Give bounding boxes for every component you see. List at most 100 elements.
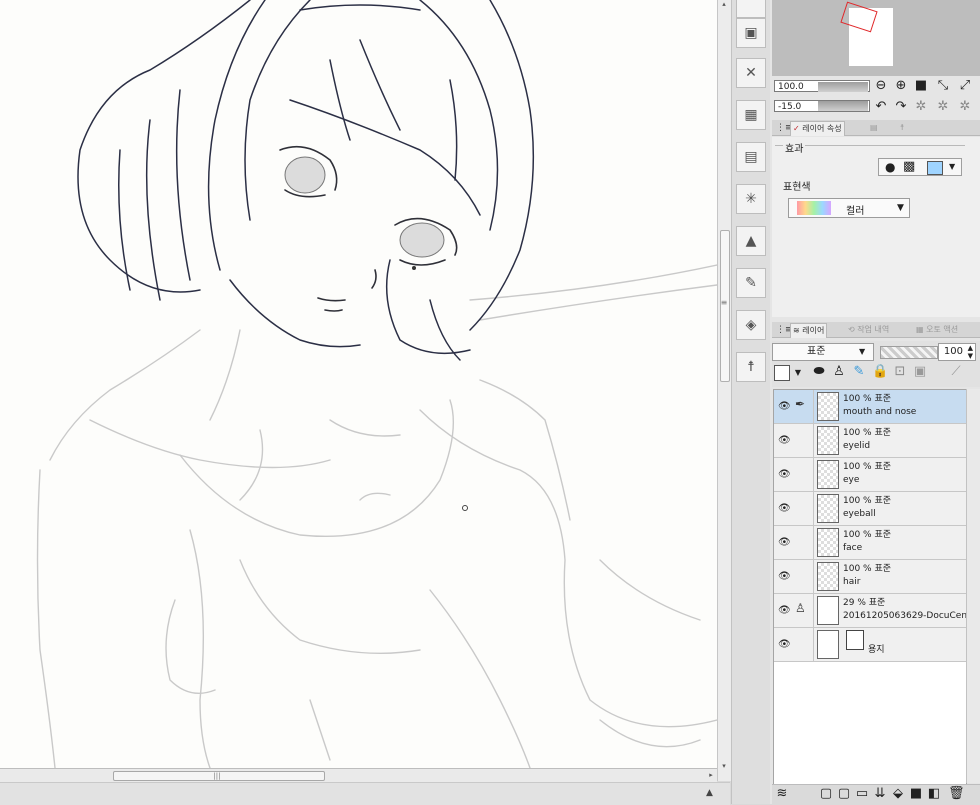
scroll-up-icon[interactable]: ▴ xyxy=(718,0,730,10)
eye-icon[interactable]: 👁 xyxy=(778,537,792,548)
horizontal-scroll-thumb[interactable]: ||| xyxy=(113,771,325,781)
horizontal-scrollbar[interactable]: ||| ▸ xyxy=(0,768,717,782)
blend-mode-select[interactable]: 표준 ▼ xyxy=(772,343,874,361)
zoom-slider[interactable] xyxy=(818,82,868,92)
layer-list-scrollbar[interactable] xyxy=(966,389,980,783)
tab-auto-action[interactable]: ▦ 오토 액션 xyxy=(914,323,960,337)
eye-icon[interactable]: 👁 xyxy=(778,401,792,412)
rotation-slider[interactable] xyxy=(818,101,868,111)
tab-layer-label: 레이어 xyxy=(802,326,825,335)
properties-tab-row: ⋮≡ ✓ 레이어 속성 ▤ ☨ xyxy=(772,120,980,136)
layer-row[interactable]: 👁 100 % 표준 eyeball xyxy=(774,492,966,526)
folder-frame-icon[interactable]: ▤ xyxy=(736,142,766,172)
folder-image-icon[interactable]: ▣ xyxy=(736,18,766,48)
layer-row[interactable]: 👁 ✒ 100 % 표준 mouth and nose xyxy=(774,390,966,424)
lock-transparency-icon[interactable]: ⊡ xyxy=(892,364,908,380)
apply-mask-icon[interactable]: ◧ xyxy=(926,786,942,802)
opacity-field[interactable]: 100 ▲ ▼ xyxy=(938,343,976,361)
clip-layer-icon[interactable]: ⬬ xyxy=(811,364,827,380)
layer-thumbnail xyxy=(817,528,839,557)
merge-down-icon[interactable]: ⬙ xyxy=(890,786,906,802)
expression-color-select[interactable]: 컬러 ▼ xyxy=(788,198,910,218)
chevron-down-icon[interactable]: ▼ xyxy=(790,365,806,381)
eye-icon[interactable]: 👁 xyxy=(778,469,792,480)
opacity-slider[interactable] xyxy=(880,346,938,359)
layer-row[interactable]: 👁 100 % 표준 eye xyxy=(774,458,966,492)
layer-color-icon[interactable] xyxy=(927,161,943,175)
mask-enable-icon[interactable]: ▣ xyxy=(912,364,928,380)
divider xyxy=(813,628,814,661)
tab-layer-properties[interactable]: ✓ 레이어 속성 xyxy=(790,121,845,136)
tone-effect-icon[interactable]: ▩ xyxy=(903,159,915,174)
eye-icon[interactable]: 👁 xyxy=(778,503,792,514)
divider xyxy=(813,424,814,457)
zoom-in-icon[interactable]: ⊕ xyxy=(893,78,909,94)
tab-history[interactable]: ⟲ 작업 내역 xyxy=(846,323,891,337)
layer-meta: 29 % 표준 xyxy=(843,598,886,608)
tab-figure[interactable]: ☨ xyxy=(898,121,906,135)
tab-subtool-detail[interactable]: ▤ xyxy=(868,121,880,135)
folder-effect-icon[interactable]: ✕ xyxy=(736,58,766,88)
folder-figure-icon[interactable]: ☨ xyxy=(736,352,766,382)
reference-layer-icon[interactable]: ♙ xyxy=(831,364,847,380)
drawing-canvas[interactable] xyxy=(0,0,717,768)
flip-horizontal-icon[interactable]: ✲ xyxy=(935,99,951,115)
flip-vertical-icon[interactable]: ✲ xyxy=(957,99,973,115)
zoom-out-icon[interactable]: ⊖ xyxy=(873,78,889,94)
folder-tool-icon[interactable] xyxy=(736,0,766,18)
divider xyxy=(813,390,814,423)
new-folder-icon[interactable]: ▭ xyxy=(854,786,870,802)
folder-pattern-icon[interactable]: ▦ xyxy=(736,100,766,130)
ruler-range-icon[interactable]: ⟋ xyxy=(948,364,964,380)
layer-name: 용지 xyxy=(868,645,885,655)
tab-layer[interactable]: ≋ 레이어 xyxy=(790,323,828,338)
divider xyxy=(813,560,814,593)
eye-icon[interactable]: 👁 xyxy=(778,571,792,582)
layer-name: face xyxy=(843,543,863,553)
lock-layer-icon[interactable]: 🔒 xyxy=(872,364,888,380)
new-vector-layer-icon[interactable]: ▢ xyxy=(836,786,852,802)
layer-stack-icon[interactable]: ≋ xyxy=(774,786,790,802)
expand-up-icon[interactable]: ▲ xyxy=(706,788,713,798)
new-raster-layer-icon[interactable]: ▢ xyxy=(818,786,834,802)
material-tool-column: ▣ ✕ ▦ ▤ ✳ ▲ ✎ ◈ ☨ xyxy=(731,0,771,804)
transfer-down-icon[interactable]: ⇊ xyxy=(872,786,888,802)
mask-icon[interactable]: ■ xyxy=(908,786,924,802)
layer-row[interactable]: 👁 ♙ 29 % 표준 20161205063629-DocuCentre- xyxy=(774,594,980,628)
expression-color-title: 표현색 xyxy=(783,182,811,193)
folder-pencil-icon[interactable]: ✎ xyxy=(736,268,766,298)
eye-icon[interactable]: 👁 xyxy=(778,435,792,446)
reset-rotation-icon[interactable]: ✲ xyxy=(913,99,929,115)
eye-icon[interactable]: 👁 xyxy=(778,605,792,616)
layer-meta: 100 % 표준 xyxy=(843,462,892,472)
layer-meta: 100 % 표준 xyxy=(843,428,892,438)
layer-color-box-icon[interactable] xyxy=(774,365,790,381)
effect-controls[interactable]: ● ▩ ▼ xyxy=(878,158,962,176)
divider xyxy=(813,458,814,491)
draft-layer-icon[interactable]: ✎ xyxy=(851,364,867,380)
fit-page-icon[interactable]: ■ xyxy=(913,78,929,94)
border-effect-icon[interactable]: ● xyxy=(885,160,895,174)
spinner-icon[interactable]: ▲ ▼ xyxy=(968,344,973,360)
grip-icon: ≡ xyxy=(720,298,728,307)
folder-3d-icon[interactable]: ◈ xyxy=(736,310,766,340)
layer-row[interactable]: 👁 100 % 표준 face xyxy=(774,526,966,560)
delete-layer-icon[interactable]: 🗑 xyxy=(948,786,965,802)
fit-window-icon[interactable]: ⤡ xyxy=(935,78,951,94)
chevron-down-icon[interactable]: ▼ xyxy=(949,162,955,171)
layer-meta: 100 % 표준 xyxy=(843,394,892,404)
vertical-scrollbar[interactable]: ▴ ≡ ▾ xyxy=(717,0,731,781)
layer-row[interactable]: 👁 100 % 표준 eyelid xyxy=(774,424,966,458)
layer-row[interactable]: 👁 용지 xyxy=(774,628,966,662)
rotate-right-icon[interactable]: ↷ xyxy=(893,99,909,115)
actual-size-icon[interactable]: ⤢ xyxy=(957,78,973,94)
folder-landscape-icon[interactable]: ▲ xyxy=(736,226,766,256)
eye-icon[interactable]: 👁 xyxy=(778,639,792,650)
scroll-right-icon[interactable]: ▸ xyxy=(705,769,717,782)
layer-tab-row: ⋮≡ ≋ 레이어 ⟲ 작업 내역 ▦ 오토 액션 xyxy=(772,322,980,338)
scroll-down-icon[interactable]: ▾ xyxy=(718,762,730,772)
color-mode-swatch xyxy=(797,201,831,215)
layer-row[interactable]: 👁 100 % 표준 hair xyxy=(774,560,966,594)
rotate-left-icon[interactable]: ↶ xyxy=(873,99,889,115)
folder-burst-icon[interactable]: ✳ xyxy=(736,184,766,214)
